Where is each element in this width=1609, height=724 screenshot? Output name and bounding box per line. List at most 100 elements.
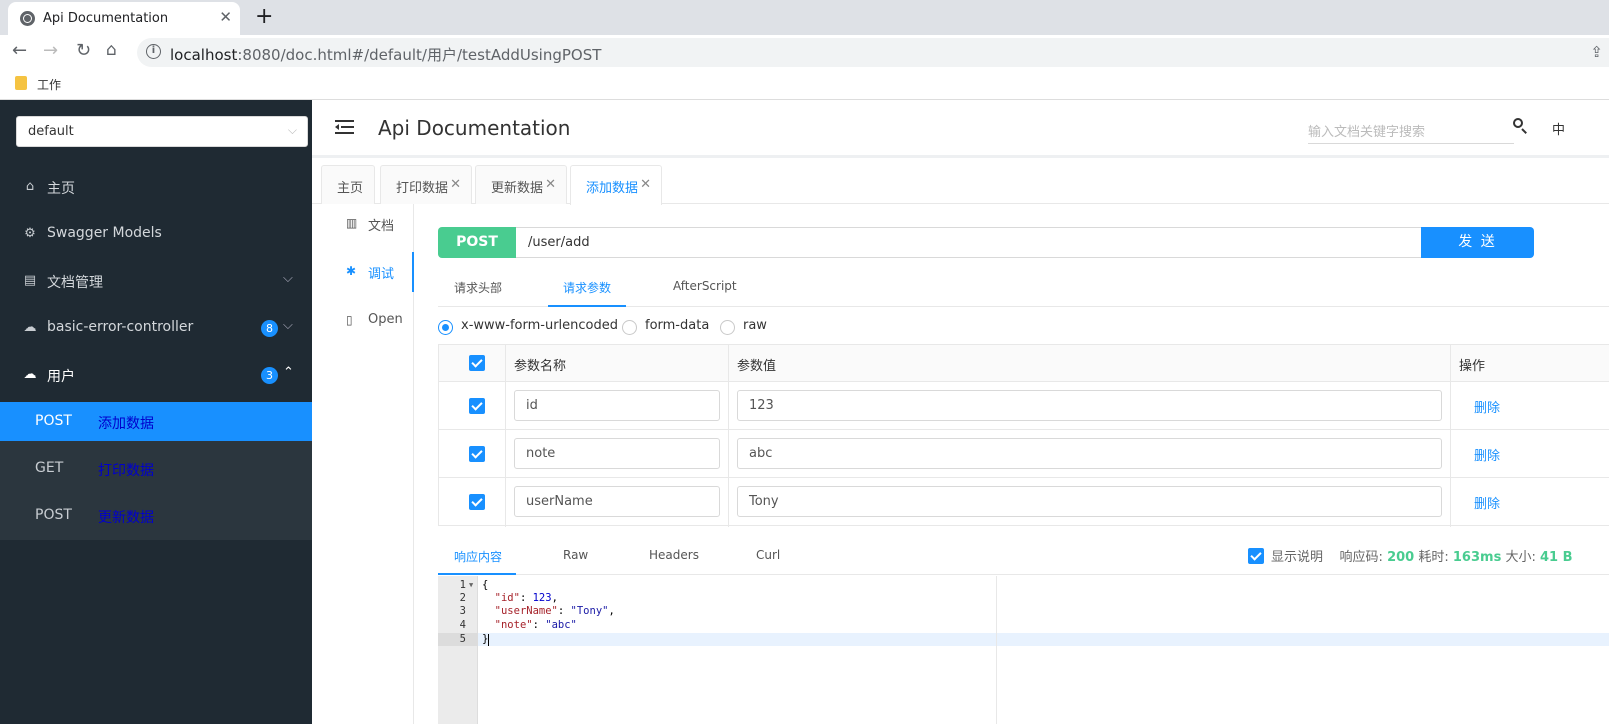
bookmarks-bar: 工作 bbox=[0, 69, 1609, 100]
reload-icon[interactable]: ↻ bbox=[76, 40, 91, 61]
fold-icon[interactable]: ▼ bbox=[469, 579, 473, 592]
browser-tab[interactable]: Api Documentation ✕ bbox=[8, 2, 240, 35]
row-checkbox[interactable] bbox=[469, 398, 485, 414]
tab-response-raw[interactable]: Raw bbox=[563, 548, 588, 562]
operation-name: 打印数据 bbox=[98, 463, 154, 479]
params-table-header: 参数名称 参数值 操作 bbox=[439, 345, 1609, 382]
tab-print-data[interactable]: 打印数据 ✕ bbox=[380, 165, 472, 204]
show-desc-label: 显示说明 bbox=[1271, 550, 1324, 565]
request-path-input[interactable]: /user/add bbox=[516, 227, 1422, 258]
row-checkbox[interactable] bbox=[469, 446, 485, 462]
send-button[interactable]: 发 送 bbox=[1421, 227, 1534, 258]
select-all-checkbox[interactable] bbox=[469, 355, 485, 371]
show-desc-checkbox[interactable] bbox=[1248, 548, 1264, 564]
tab-response-content[interactable]: 响应内容 bbox=[454, 548, 502, 565]
row-checkbox[interactable] bbox=[469, 494, 485, 510]
param-value-input[interactable]: abc bbox=[737, 438, 1442, 469]
new-tab-button[interactable]: + bbox=[255, 4, 273, 29]
tab-update-data[interactable]: 更新数据 ✕ bbox=[475, 165, 567, 204]
home-icon: ⌂ bbox=[25, 179, 35, 194]
close-icon[interactable]: ✕ bbox=[545, 177, 556, 192]
param-name-input[interactable]: note bbox=[514, 438, 720, 469]
tab-response-curl[interactable]: Curl bbox=[756, 548, 780, 562]
home-icon[interactable]: ⌂ bbox=[106, 40, 117, 60]
file-icon: ▯ bbox=[346, 313, 353, 327]
tab-home[interactable]: 主页 bbox=[321, 165, 375, 204]
back-icon[interactable]: ← bbox=[12, 40, 27, 61]
response-editor[interactable]: 1 ▼ 2 3 4 5 { "id": 123, "userName": "To… bbox=[438, 576, 1609, 724]
tab-ink-bar bbox=[548, 305, 626, 307]
doc-nav-open[interactable]: ▯ Open bbox=[312, 301, 414, 341]
params-table: 参数名称 参数值 操作 id 123 删除 note abc 删除 userNa… bbox=[438, 344, 1609, 527]
folder-icon bbox=[15, 76, 27, 90]
text-cursor bbox=[488, 634, 489, 646]
chevron-down-icon: ⌵ bbox=[283, 318, 293, 333]
document-icon: ▥ bbox=[346, 216, 358, 230]
url-text[interactable]: localhost:8080/doc.html#/default/用户/test… bbox=[170, 44, 601, 65]
address-bar[interactable]: i localhost:8080/doc.html#/default/用户/te… bbox=[137, 38, 1609, 67]
code-line: "note": "abc" bbox=[494, 619, 577, 631]
info-icon[interactable]: i bbox=[146, 44, 161, 59]
cloud-icon: ☁ bbox=[23, 320, 37, 335]
tab-label: 主页 bbox=[337, 181, 364, 196]
language-switch[interactable]: 中 bbox=[1552, 119, 1565, 138]
bookmark-work[interactable]: 工作 bbox=[37, 76, 61, 93]
tab-label: 添加数据 bbox=[586, 181, 639, 196]
share-icon[interactable]: ⇪ bbox=[1590, 43, 1603, 61]
count-badge: 3 bbox=[261, 367, 278, 384]
sidebar-item-home[interactable]: ⌂ 主页 bbox=[0, 164, 312, 211]
sidebar: default ⌵ ⌂ 主页 ⚙ Swagger Models ▤ 文档管理 ⌵… bbox=[0, 100, 312, 724]
sidebar-item-swagger-models[interactable]: ⚙ Swagger Models bbox=[0, 211, 312, 258]
menu-toggle-icon[interactable] bbox=[335, 120, 354, 135]
browser-toolbar: ← → ↻ ⌂ i localhost:8080/doc.html#/defau… bbox=[0, 35, 1609, 69]
sidebar-item-label: Swagger Models bbox=[47, 225, 162, 241]
column-header: 参数名称 bbox=[514, 359, 567, 374]
group-select[interactable]: default ⌵ bbox=[16, 116, 308, 147]
tab-response-headers[interactable]: Headers bbox=[649, 548, 699, 562]
doc-nav-doc[interactable]: ▥ 文档 bbox=[312, 204, 414, 244]
method-label: GET bbox=[35, 460, 64, 476]
tab-request-headers[interactable]: 请求头部 bbox=[454, 279, 502, 296]
sidebar-item-basic-error-controller[interactable]: ☁ basic-error-controller 8 ⌵ bbox=[0, 305, 312, 352]
size-label: 大小: bbox=[1505, 550, 1536, 565]
param-value-input[interactable]: 123 bbox=[737, 390, 1442, 421]
sidebar-sub-item-print[interactable]: GET 打印数据 bbox=[0, 449, 312, 488]
forward-icon[interactable]: → bbox=[43, 40, 58, 61]
tab-label: 更新数据 bbox=[491, 181, 544, 196]
param-name-input[interactable]: userName bbox=[514, 486, 720, 517]
line-number: 4 bbox=[459, 619, 466, 631]
param-value-input[interactable]: Tony bbox=[737, 486, 1442, 517]
sidebar-item-label: 主页 bbox=[47, 181, 75, 197]
tab-afterscript[interactable]: AfterScript bbox=[673, 279, 737, 293]
line-number: 2 bbox=[459, 592, 466, 604]
search-icon[interactable] bbox=[1513, 118, 1527, 132]
delete-link[interactable]: 删除 bbox=[1474, 493, 1500, 512]
doc-nav-debug[interactable]: ✱ 调试 bbox=[312, 252, 414, 292]
close-icon[interactable]: ✕ bbox=[450, 177, 461, 192]
sidebar-sub-item-add[interactable]: POST 添加数据 bbox=[0, 402, 312, 441]
status-code: 200 bbox=[1387, 550, 1415, 565]
param-name-input[interactable]: id bbox=[514, 390, 720, 421]
tab-request-params[interactable]: 请求参数 bbox=[563, 279, 611, 296]
sidebar-item-user[interactable]: ☁ 用户 3 ⌃ bbox=[0, 352, 312, 399]
doc-nav-label: 文档 bbox=[368, 219, 395, 234]
sidebar-item-label: 文档管理 bbox=[47, 275, 103, 291]
method-label: POST bbox=[35, 507, 72, 523]
sidebar-item-doc-manage[interactable]: ▤ 文档管理 ⌵ bbox=[0, 258, 312, 305]
app-header: Api Documentation 输入文档关键字搜索 中 bbox=[312, 100, 1609, 158]
close-icon[interactable]: ✕ bbox=[219, 8, 232, 26]
search-input[interactable]: 输入文档关键字搜索 bbox=[1308, 118, 1514, 144]
code-line: { bbox=[482, 579, 489, 591]
column-header: 参数值 bbox=[737, 359, 777, 374]
close-icon[interactable]: ✕ bbox=[640, 177, 651, 192]
delete-link[interactable]: 删除 bbox=[1474, 445, 1500, 464]
line-number: 1 bbox=[459, 579, 466, 591]
count-badge: 8 bbox=[261, 320, 278, 337]
models-icon: ⚙ bbox=[24, 226, 36, 241]
globe-icon bbox=[20, 11, 35, 26]
tab-add-data[interactable]: 添加数据 ✕ bbox=[570, 165, 662, 205]
method-label: POST bbox=[35, 413, 72, 429]
delete-link[interactable]: 删除 bbox=[1474, 397, 1500, 416]
time-label: 耗时: bbox=[1418, 550, 1449, 565]
sidebar-sub-item-update[interactable]: POST 更新数据 bbox=[0, 496, 312, 535]
